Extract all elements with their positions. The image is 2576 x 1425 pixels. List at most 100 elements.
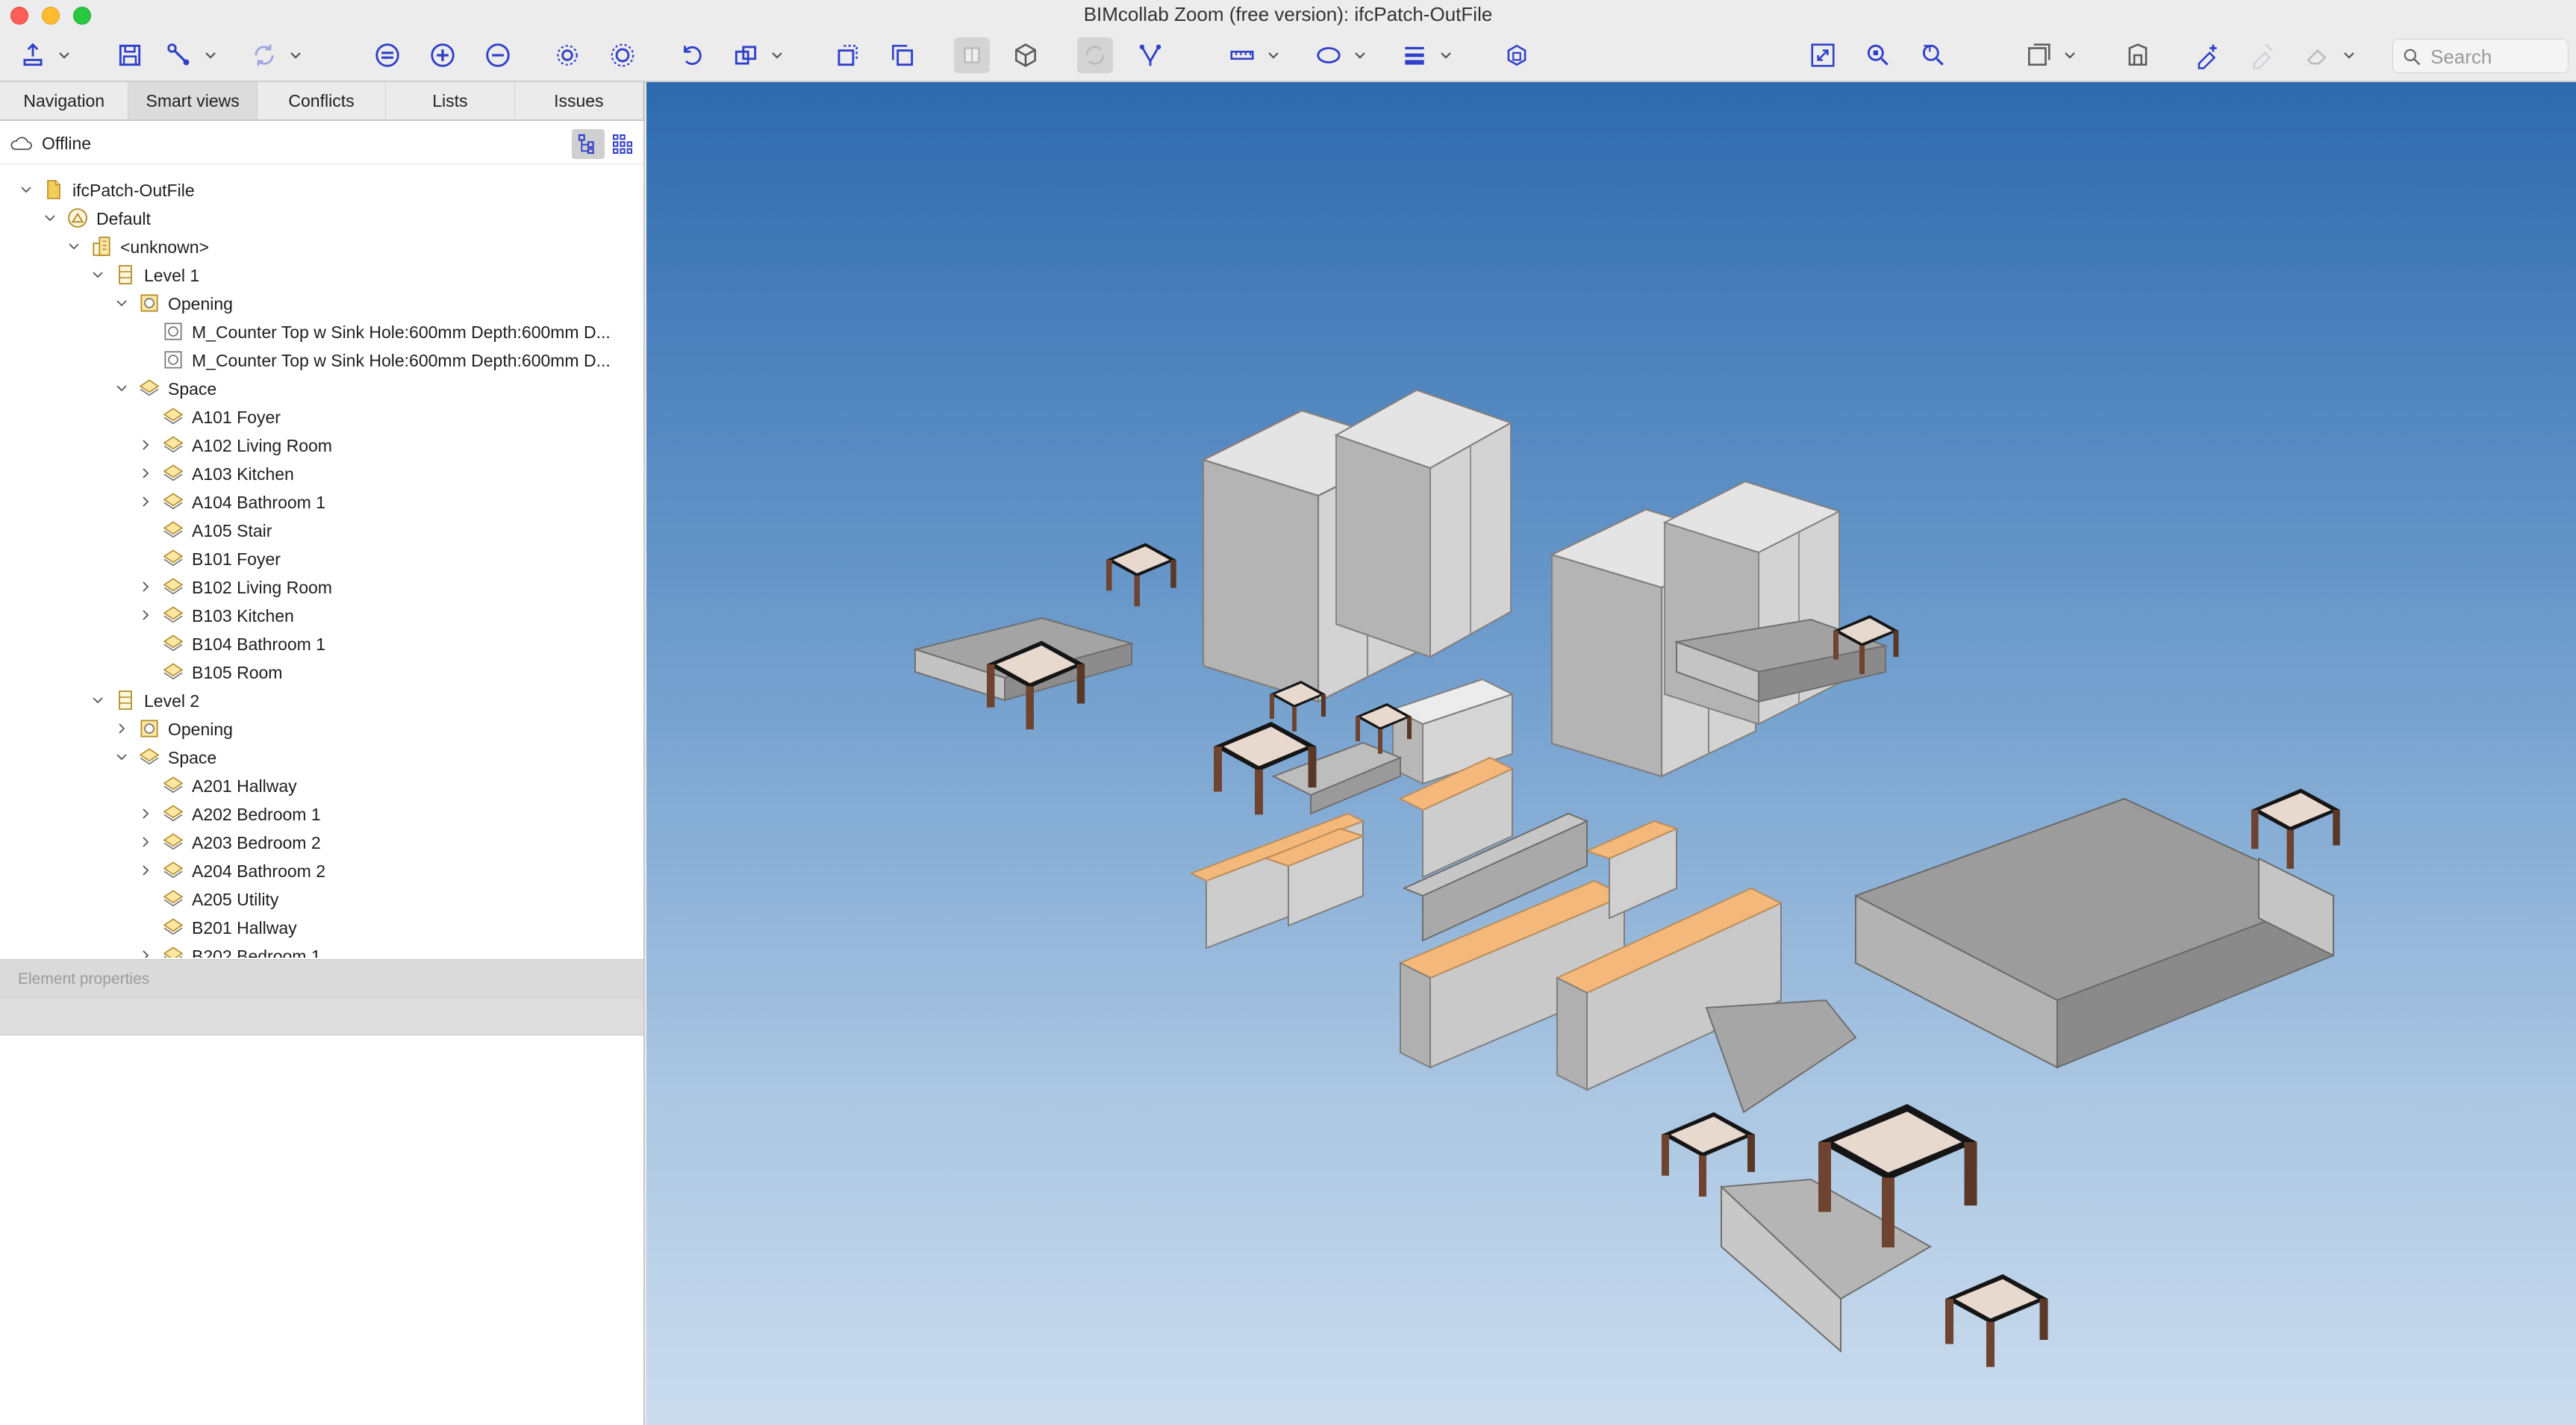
- tree-item-label: B201 Hallway: [192, 918, 297, 938]
- line-weight-button[interactable]: [1397, 37, 1432, 73]
- tree-row[interactable]: B201 Hallway: [0, 913, 643, 941]
- find-button[interactable]: [1915, 37, 1951, 73]
- section-box-dropdown[interactable]: [770, 45, 785, 66]
- tree-view-button[interactable]: [572, 129, 605, 159]
- chevron-down-icon[interactable]: [115, 296, 128, 310]
- save-button[interactable]: [112, 37, 148, 73]
- zoom-selection-icon: [1867, 44, 1889, 66]
- tree-row[interactable]: A204 Bathroom 2: [0, 856, 643, 885]
- element-properties-header[interactable]: Element properties: [0, 959, 643, 998]
- add-model-button[interactable]: [15, 37, 51, 73]
- properties-tool-dropdown[interactable]: [203, 45, 218, 66]
- chevron-right-icon[interactable]: [139, 835, 152, 849]
- ghost-mode-button[interactable]: [954, 37, 990, 73]
- chevron-down-icon[interactable]: [115, 381, 128, 395]
- cube-button[interactable]: [1499, 37, 1535, 73]
- tree-row[interactable]: <unknown>: [0, 232, 643, 261]
- chevron-right-icon[interactable]: [139, 438, 152, 452]
- chevron-down-icon[interactable]: [91, 693, 105, 707]
- tree-row[interactable]: B202 Bedroom 1: [0, 941, 643, 958]
- tab-conflicts[interactable]: Conflicts: [258, 82, 387, 119]
- tree-row[interactable]: A101 Foyer: [0, 402, 643, 431]
- tree-item-label: A102 Living Room: [192, 436, 332, 455]
- fit-view-button[interactable]: [1805, 37, 1841, 73]
- tree-row[interactable]: B105 Room: [0, 658, 643, 686]
- tree-row[interactable]: Space: [0, 374, 643, 402]
- measure-button[interactable]: [1224, 37, 1260, 73]
- hide-issue-button[interactable]: [2245, 37, 2280, 73]
- tree-row[interactable]: A104 Bathroom 1: [0, 487, 643, 516]
- chevron-right-icon[interactable]: [139, 467, 152, 480]
- tab-issues[interactable]: Issues: [515, 82, 644, 119]
- sync-dropdown[interactable]: [288, 45, 303, 66]
- tree-row[interactable]: M_Counter Top w Sink Hole:600mm Depth:60…: [0, 317, 643, 346]
- chevron-down-icon[interactable]: [43, 211, 57, 225]
- tab-navigation[interactable]: Navigation: [0, 82, 129, 119]
- search-input[interactable]: [2430, 44, 2557, 69]
- chevron-right-icon[interactable]: [139, 495, 152, 508]
- chevron-right-icon[interactable]: [139, 807, 152, 820]
- tree-row[interactable]: B104 Bathroom 1: [0, 629, 643, 658]
- chevron-down-icon[interactable]: [19, 183, 33, 196]
- tree-row[interactable]: B101 Foyer: [0, 544, 643, 573]
- tree-row[interactable]: Opening: [0, 289, 643, 317]
- chevron-right-icon[interactable]: [139, 580, 152, 593]
- walk-button[interactable]: [1132, 37, 1168, 73]
- tree-row[interactable]: Level 1: [0, 261, 643, 289]
- select-all-button[interactable]: [369, 37, 405, 73]
- eraser-dropdown[interactable]: [2342, 45, 2357, 66]
- rooms-dropdown[interactable]: [2062, 45, 2077, 66]
- tree-row[interactable]: A203 Bedroom 2: [0, 828, 643, 856]
- chevron-right-icon[interactable]: [115, 722, 128, 735]
- clip-plane-button[interactable]: [829, 37, 865, 73]
- search-box[interactable]: [2392, 39, 2569, 73]
- isolate-button[interactable]: [549, 37, 585, 73]
- section-box-button[interactable]: [728, 37, 764, 73]
- chevron-right-icon[interactable]: [139, 949, 152, 958]
- rooms-button[interactable]: [2021, 37, 2056, 73]
- tree-row[interactable]: B102 Living Room: [0, 573, 643, 601]
- tree-row[interactable]: B103 Kitchen: [0, 601, 643, 629]
- zoom-selection-button[interactable]: [1860, 37, 1896, 73]
- tree-row[interactable]: A105 Stair: [0, 516, 643, 544]
- tree-row[interactable]: Level 2: [0, 686, 643, 714]
- tree-row[interactable]: A102 Living Room: [0, 431, 643, 459]
- ellipse-markup-icon: [1317, 47, 1341, 63]
- properties-tool-button[interactable]: [161, 37, 197, 73]
- ellipse-markup-dropdown[interactable]: [1353, 45, 1367, 66]
- remove-from-selection-button[interactable]: [480, 37, 516, 73]
- chevron-right-icon[interactable]: [139, 864, 152, 877]
- tree-row[interactable]: A103 Kitchen: [0, 459, 643, 487]
- 3d-viewport[interactable]: [646, 82, 2576, 1425]
- show-all-button[interactable]: [605, 37, 640, 73]
- chevron-down-icon[interactable]: [91, 268, 105, 281]
- clip-box-button[interactable]: [885, 37, 920, 73]
- ellipse-markup-button[interactable]: [1311, 37, 1347, 73]
- tree-row[interactable]: M_Counter Top w Sink Hole:600mm Depth:60…: [0, 346, 643, 374]
- tree-row[interactable]: Default: [0, 204, 643, 232]
- 3d-view-button[interactable]: [1008, 37, 1044, 73]
- tree-row[interactable]: Space: [0, 743, 643, 771]
- tree-row[interactable]: ifcPatch-OutFile: [0, 175, 643, 204]
- sync-button[interactable]: [246, 37, 282, 73]
- levels-button[interactable]: [2120, 37, 2156, 73]
- tree-row[interactable]: A202 Bedroom 1: [0, 799, 643, 828]
- orbit-button[interactable]: [1077, 37, 1113, 73]
- grid-view-button[interactable]: [606, 129, 639, 159]
- chevron-right-icon[interactable]: [139, 608, 152, 622]
- space-icon: [161, 433, 185, 457]
- undo-button[interactable]: [674, 37, 710, 73]
- tree-row[interactable]: A205 Utility: [0, 885, 643, 913]
- add-model-dropdown[interactable]: [57, 45, 72, 66]
- line-weight-dropdown[interactable]: [1438, 45, 1453, 66]
- tab-smart-views[interactable]: Smart views: [128, 82, 258, 119]
- add-issue-button[interactable]: [2189, 37, 2225, 73]
- measure-dropdown[interactable]: [1266, 45, 1281, 66]
- add-to-selection-button[interactable]: [425, 37, 461, 73]
- tree-row[interactable]: A201 Hallway: [0, 771, 643, 799]
- chevron-down-icon[interactable]: [115, 750, 128, 764]
- eraser-button[interactable]: [2300, 37, 2336, 73]
- chevron-down-icon[interactable]: [67, 240, 81, 253]
- tree-row[interactable]: Opening: [0, 714, 643, 743]
- tab-lists[interactable]: Lists: [386, 82, 515, 119]
